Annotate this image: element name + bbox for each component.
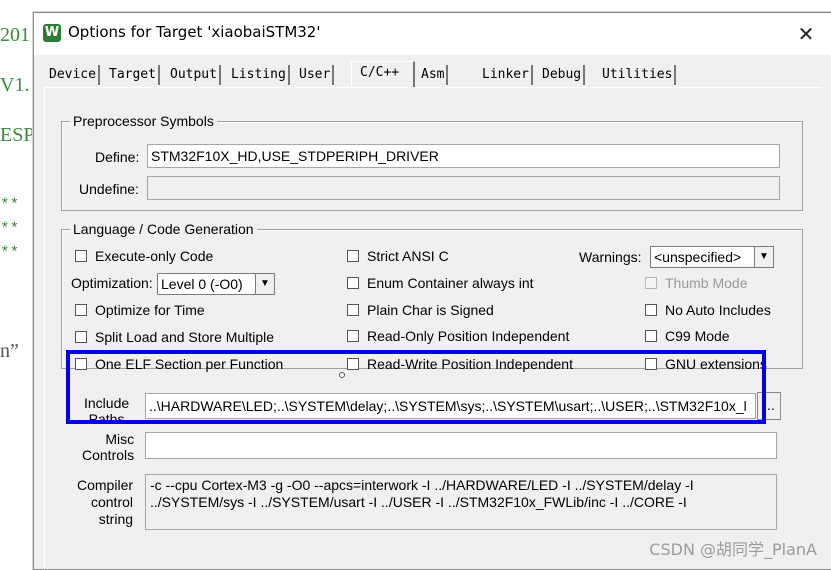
background-code-line: n” [0,340,19,362]
c99-mode-checkbox[interactable]: C99 Mode [645,327,730,345]
misc-controls-label: Misc Controls [82,431,135,463]
chevron-down-icon[interactable]: ▼ [754,247,773,267]
chevron-down-icon[interactable]: ▼ [255,274,274,294]
tab-user[interactable]: User [297,65,335,85]
checkbox-box[interactable] [347,276,359,289]
tab-linker[interactable]: Linker [480,65,533,85]
enum-container-checkbox[interactable]: Enum Container always int [347,274,534,292]
background-code-line: ** [0,244,20,262]
misc-controls-input[interactable] [145,432,777,459]
checkbox-box[interactable] [75,303,87,316]
tab-device[interactable]: Device [47,65,100,85]
title-bar: W Options for Target 'xiaobaiSTM32' ✕ [34,13,831,55]
tab-output[interactable]: Output [168,65,221,85]
tab-panel-c-cpp: Preprocessor Symbols Define: STM32F10X_H… [44,87,822,570]
checkbox-box[interactable] [75,330,87,343]
thumb-mode-checkbox: Thumb Mode [645,274,747,292]
background-code-line: ** [0,196,20,214]
watermark: CSDN @胡同学_PlanA [649,540,817,559]
warnings-select[interactable]: <unspecified> ▼ [650,246,774,268]
checkbox-box [645,276,657,289]
options-dialog: W Options for Target 'xiaobaiSTM32' ✕ De… [33,12,831,570]
background-code-line: 201 [0,24,30,46]
plain-char-checkbox[interactable]: Plain Char is Signed [347,301,494,319]
app-icon: W [43,24,61,42]
checkbox-box[interactable] [347,249,359,262]
tab-target[interactable]: Target [107,65,160,85]
checkbox-box[interactable] [645,329,657,342]
dialog-title: Options for Target 'xiaobaiSTM32' [68,23,321,41]
preprocessor-group-label: Preprocessor Symbols [70,113,217,129]
split-load-checkbox[interactable]: Split Load and Store Multiple [75,328,274,346]
language-group: Language / Code Generation Execute-only … [61,221,803,372]
background-code-line: ** [0,220,20,238]
checkbox-box[interactable] [645,303,657,316]
execute-only-checkbox[interactable]: Execute-only Code [75,247,213,265]
close-button[interactable]: ✕ [791,19,821,49]
checkbox-box[interactable] [75,249,87,262]
tab-c-cpp[interactable]: C/C++ [351,61,415,88]
highlight-rectangle [66,350,766,424]
warnings-label: Warnings: [579,249,642,265]
compiler-control-label: Compiler control string [77,477,134,527]
undefine-input[interactable] [147,176,780,200]
define-input[interactable]: STM32F10X_HD,USE_STDPERIPH_DRIVER [147,144,780,168]
tab-asm[interactable]: Asm [419,65,449,85]
undefine-label: Undefine: [79,181,139,197]
checkbox-box[interactable] [347,303,359,316]
tab-listing[interactable]: Listing [229,65,290,85]
strict-ansi-checkbox[interactable]: Strict ANSI C [347,247,449,265]
no-auto-includes-checkbox[interactable]: No Auto Includes [645,301,771,319]
tab-utilities[interactable]: Utilities [600,65,677,85]
background-code-line: ESP [0,124,35,146]
preprocessor-group: Preprocessor Symbols Define: STM32F10X_H… [61,113,803,211]
language-group-label: Language / Code Generation [70,221,257,237]
optimize-time-checkbox[interactable]: Optimize for Time [75,301,205,319]
optimization-select[interactable]: Level 0 (-O0) ▼ [157,273,275,295]
checkbox-box[interactable] [347,329,359,342]
ro-position-checkbox[interactable]: Read-Only Position Independent [347,327,569,345]
define-label: Define: [95,149,140,165]
tab-bar: Device Target Output Listing User C/C++ … [44,61,824,88]
compiler-control-string: -c --cpu Cortex-M3 -g -O0 --apcs=interwo… [145,474,777,530]
background-code-line: V1. [0,74,30,96]
optimization-label: Optimization: [71,275,153,291]
tab-debug[interactable]: Debug [540,65,586,85]
